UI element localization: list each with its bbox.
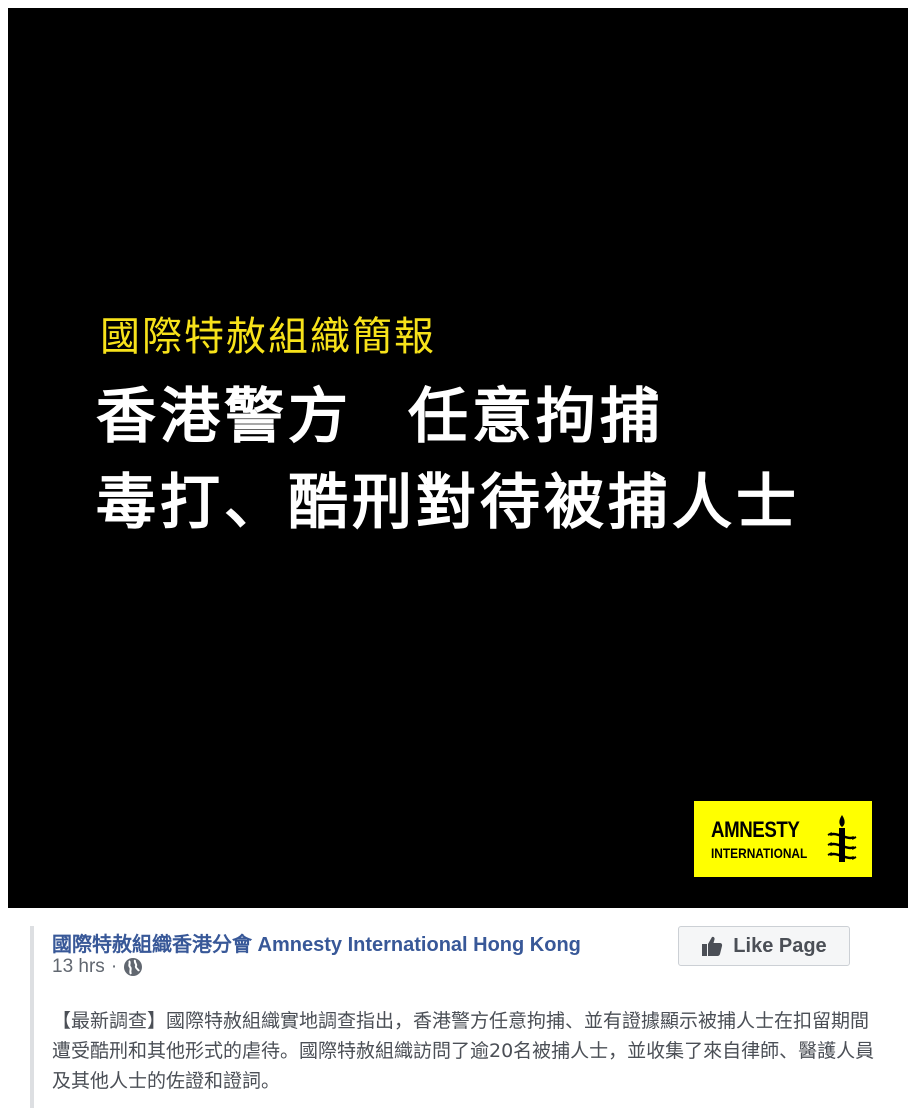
thumbs-up-icon <box>702 936 723 956</box>
post-footer: 國際特赦組織香港分會 Amnesty International Hong Ko… <box>0 908 918 1108</box>
quote-bar <box>30 926 34 1108</box>
logo-word-amnesty: AMNESTY <box>711 817 800 842</box>
like-page-button[interactable]: Like Page <box>678 926 850 966</box>
candle-barbed-wire-icon <box>827 815 857 862</box>
shared-post-card: 國際特赦組織簡報 香港警方 任意拘捕 毒打、酷刑對待被捕人士 AMNESTY IN… <box>0 0 918 1108</box>
meta-separator: · <box>110 956 118 977</box>
globe-icon[interactable] <box>123 957 143 977</box>
page-name-link[interactable]: 國際特赦組織香港分會 Amnesty International Hong Ko… <box>52 928 581 957</box>
like-page-label: Like Page <box>733 934 827 957</box>
post-image[interactable]: 國際特赦組織簡報 香港警方 任意拘捕 毒打、酷刑對待被捕人士 AMNESTY IN… <box>8 8 908 908</box>
headline-part2: 任意拘捕 <box>408 382 664 452</box>
timestamp[interactable]: 13 hrs <box>52 956 105 978</box>
headline-part1: 香港警方 <box>96 382 352 452</box>
image-headline-line1: 香港警方 任意拘捕 <box>96 368 664 455</box>
logo-word-international: INTERNATIONAL <box>711 845 808 861</box>
post-text: 【最新調查】國際特赦組織實地調查指出，香港警方任意拘捕、並有證據顯示被捕人士在扣… <box>52 1010 875 1092</box>
post-meta: 13 hrs · <box>52 956 143 978</box>
image-headline-line2: 毒打、酷刑對待被捕人士 <box>96 468 800 538</box>
image-subtitle: 國際特赦組織簡報 <box>100 314 436 360</box>
amnesty-logo: AMNESTY INTERNATIONAL <box>694 801 872 877</box>
